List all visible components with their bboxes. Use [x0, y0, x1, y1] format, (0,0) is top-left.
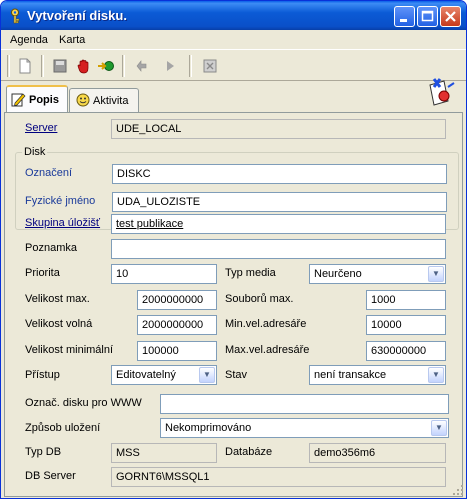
velikost-minimalni-label: Velikost minimální: [25, 344, 114, 356]
tab-popis[interactable]: Popis: [6, 85, 68, 112]
delete-icon[interactable]: [201, 57, 219, 75]
tab-aktivita-label: Aktivita: [93, 95, 129, 107]
db-server-label: DB Server: [25, 470, 76, 482]
toolbar-separator: [189, 55, 192, 77]
stop-hand-icon[interactable]: [75, 57, 93, 75]
www-label: Označ. disku pro WWW: [25, 397, 142, 409]
new-disk-record-icon: [429, 78, 455, 106]
play-icon[interactable]: [161, 57, 179, 75]
typ-media-value: Neurčeno: [314, 268, 362, 280]
pristup-value: Editovatelný: [116, 369, 176, 381]
tab-panel-popis: Server UDE_LOCAL Disk Označení DISKC Fyz…: [4, 112, 463, 497]
toolbar-grip[interactable]: [7, 55, 10, 77]
oznaceni-input[interactable]: DISKC: [112, 164, 447, 184]
typ-db-label: Typ DB: [25, 446, 62, 458]
dialog-window: Vytvoření disku. Agenda Karta Popis Akti…: [0, 0, 467, 499]
toolbar-separator: [41, 55, 44, 77]
zpusob-ulozeni-value: Nekomprimováno: [165, 422, 252, 434]
chevron-down-icon[interactable]: ▼: [428, 367, 444, 383]
pristup-select[interactable]: Editovatelný ▼: [111, 365, 217, 385]
toolbar: [1, 49, 466, 81]
souboru-max-input[interactable]: 1000: [366, 290, 446, 310]
db-server-field: GORNT6\MSSQL1: [111, 467, 446, 487]
server-field: UDE_LOCAL: [111, 119, 446, 139]
stav-select[interactable]: není transakce ▼: [309, 365, 446, 385]
poznamka-input[interactable]: [111, 239, 446, 259]
www-input[interactable]: [160, 394, 449, 414]
fyzicke-jmeno-label: Fyzické jméno: [25, 195, 96, 207]
key-icon: [11, 8, 20, 24]
activity-icon: [76, 93, 90, 107]
min-vel-adresare-label: Min.vel.adresáře: [225, 318, 307, 330]
disk-group-title: Disk: [22, 146, 48, 158]
toolbar-separator: [122, 55, 125, 77]
stav-label: Stav: [225, 369, 248, 381]
tab-aktivita[interactable]: Aktivita: [69, 88, 139, 112]
maximize-icon: [421, 10, 434, 22]
max-vel-adresare-label: Max.vel.adresáře: [225, 344, 310, 356]
close-button[interactable]: [440, 6, 461, 27]
resize-grip-icon[interactable]: [452, 484, 464, 496]
fyzicke-jmeno-input[interactable]: UDA_ULOZISTE: [112, 192, 447, 212]
typ-media-label: Typ media: [225, 267, 276, 279]
velikost-max-label: Velikost max.: [25, 293, 90, 305]
tab-popis-label: Popis: [29, 94, 59, 106]
title-bar[interactable]: Vytvoření disku.: [1, 1, 466, 30]
save-disk-icon[interactable]: [51, 57, 69, 75]
maximize-button[interactable]: [417, 6, 438, 27]
new-document-icon[interactable]: [16, 57, 34, 75]
max-vel-adresare-input[interactable]: 630000000: [366, 341, 446, 361]
menu-bar: Agenda Karta: [1, 30, 466, 49]
typ-db-field: MSS: [111, 443, 217, 463]
arrow-in-icon[interactable]: [97, 57, 115, 75]
menu-karta[interactable]: Karta: [59, 34, 85, 46]
window-title: Vytvoření disku.: [27, 8, 127, 23]
priorita-label: Priorita: [25, 267, 60, 279]
pristup-label: Přístup: [25, 369, 60, 381]
skupina-field[interactable]: test publikace: [111, 214, 446, 234]
velikost-max-input[interactable]: 2000000000: [137, 290, 217, 310]
back-hand-icon[interactable]: [133, 57, 151, 75]
stav-value: není transakce: [314, 369, 387, 381]
poznamka-label: Poznamka: [25, 242, 77, 254]
edit-icon: [11, 93, 26, 107]
chevron-down-icon[interactable]: ▼: [431, 420, 447, 436]
server-label[interactable]: Server: [25, 122, 57, 134]
chevron-down-icon[interactable]: ▼: [428, 266, 444, 282]
velikost-volna-input[interactable]: 2000000000: [137, 315, 217, 335]
databaze-label: Databáze: [225, 446, 273, 458]
min-vel-adresare-input[interactable]: 10000: [366, 315, 446, 335]
priorita-input[interactable]: 10: [111, 264, 217, 284]
oznaceni-label: Označení: [25, 167, 73, 179]
velikost-volna-label: Velikost volná: [25, 318, 93, 330]
souboru-max-label: Souborů max.: [225, 293, 294, 305]
minimize-button[interactable]: [394, 6, 415, 27]
zpusob-ulozeni-select[interactable]: Nekomprimováno ▼: [160, 418, 449, 438]
velikost-minimalni-input[interactable]: 100000: [137, 341, 217, 361]
close-icon: [445, 11, 456, 22]
tab-strip: Popis Aktivita: [1, 78, 466, 113]
skupina-label[interactable]: Skupina úložišť: [25, 217, 100, 229]
menu-agenda[interactable]: Agenda: [10, 34, 48, 46]
chevron-down-icon[interactable]: ▼: [199, 367, 215, 383]
minimize-icon: [400, 19, 407, 22]
databaze-field: demo356m6: [309, 443, 446, 463]
typ-media-select[interactable]: Neurčeno ▼: [309, 264, 446, 284]
zpusob-ulozeni-label: Způsob uložení: [25, 422, 101, 434]
